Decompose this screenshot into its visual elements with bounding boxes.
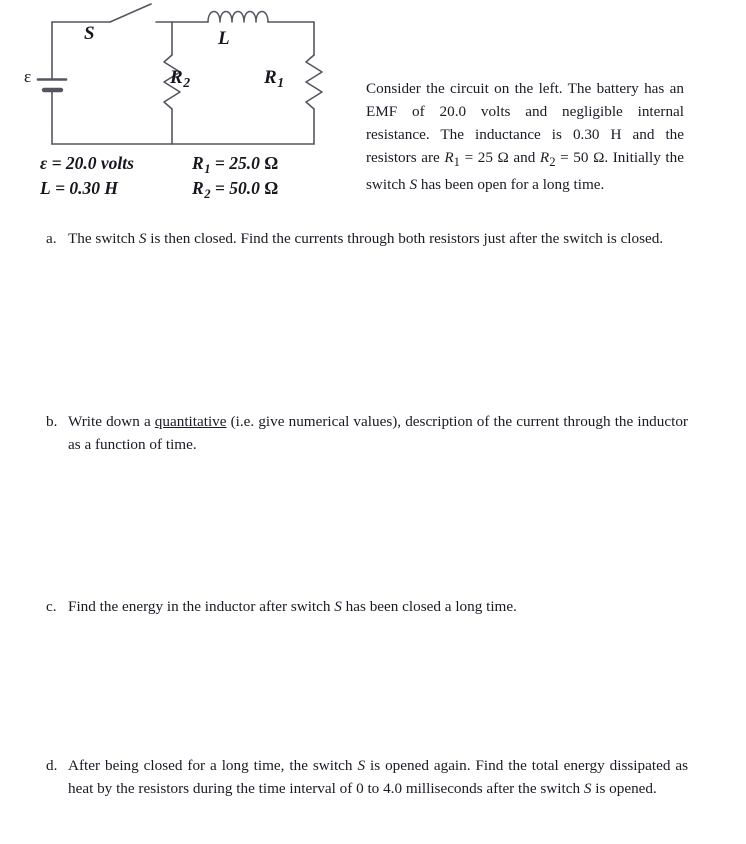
r1-value: R1 = 25.0 Ω xyxy=(192,152,342,177)
r2-value-subscript: 2 xyxy=(204,186,211,201)
question-d-marker: d. xyxy=(46,757,58,774)
question-a-text-2: is then closed. Find the currents throug… xyxy=(146,230,664,247)
problem-intro-paragraph: Consider the circuit on the left. The ba… xyxy=(366,77,684,196)
question-c-text-2: has been closed a long time. xyxy=(341,598,517,615)
r1-value-symbol: R xyxy=(192,153,204,173)
r2-value-unit: Ω xyxy=(264,178,279,199)
inductance-value-text: = 0.30 H xyxy=(55,178,119,199)
question-a-text: The switch S is then closed. Find the cu… xyxy=(68,228,688,251)
intro-text-4: has been open for a long time. xyxy=(417,175,605,193)
question-item-a: a. The switch S is then closed. Find the… xyxy=(46,228,688,251)
r2-value-text: = 50.0 xyxy=(214,178,265,199)
emf-value: ε = 20.0 volts xyxy=(40,152,192,177)
question-a-marker: a. xyxy=(46,230,57,247)
circuit-values-caption: ε = 20.0 volts R1 = 25.0 Ω L = 0.30 H R2… xyxy=(40,152,350,202)
r1-value-subscript: 1 xyxy=(204,161,211,176)
question-d-text-1: After being closed for a long time, the … xyxy=(68,757,358,774)
switch-blade xyxy=(109,3,152,23)
intro-switch-symbol: S xyxy=(409,175,418,193)
question-item-b: b. Write down a quantitative (i.e. give … xyxy=(46,411,688,457)
question-d-text-3: is opened. xyxy=(591,779,657,797)
intro-r1-symbol: R xyxy=(444,149,454,167)
resistor-r1-zigzag xyxy=(305,54,323,110)
inductance-value-symbol: L xyxy=(40,178,51,199)
intro-r2-symbol: R xyxy=(539,149,550,167)
question-b-underlined-word: quantitative xyxy=(154,413,227,430)
values-row-2: L = 0.30 H R2 = 50.0 Ω xyxy=(40,177,350,202)
inductor-label: L xyxy=(218,28,230,49)
resistor-r2-symbol: R xyxy=(170,67,183,88)
values-row-1: ε = 20.0 volts R1 = 25.0 Ω xyxy=(40,152,350,177)
r2-value: R2 = 50.0 Ω xyxy=(192,177,342,202)
question-a-text-1: The switch xyxy=(68,230,139,247)
emf-label: ε xyxy=(24,67,32,86)
inductance-value: L = 0.30 H xyxy=(40,177,192,202)
question-c-text: Find the energy in the inductor after sw… xyxy=(68,596,688,619)
question-d-switch-symbol-1: S xyxy=(357,757,366,774)
question-c-text-1: Find the energy in the inductor after sw… xyxy=(68,598,335,615)
figure-and-intro-block: ε S L R2 R1 ε = 20.0 volts R1 = 25.0 Ω L… xyxy=(0,0,746,222)
question-b-marker: b. xyxy=(46,413,58,430)
resistor-r2-subscript: 2 xyxy=(183,74,191,90)
question-c-marker: c. xyxy=(46,598,57,615)
question-item-d: d. After being closed for a long time, t… xyxy=(46,755,688,801)
inductor-coil xyxy=(207,10,269,23)
r1-value-unit: Ω xyxy=(264,153,279,173)
resistor-r2-label: R2 xyxy=(170,68,190,90)
intro-text-2: = 25 Ω and xyxy=(459,149,540,167)
question-c-switch-symbol: S xyxy=(334,598,342,615)
r1-value-text: = 25.0 xyxy=(214,153,265,173)
emf-value-text: = 20.0 volts xyxy=(51,153,134,173)
circuit-figure: ε S L R2 R1 ε = 20.0 volts R1 = 25.0 Ω L… xyxy=(18,0,348,215)
question-d-text: After being closed for a long time, the … xyxy=(68,755,688,801)
question-b-text-1: Write down a xyxy=(68,413,155,430)
resistor-r1-symbol: R xyxy=(264,67,277,88)
resistor-r1-label: R1 xyxy=(264,68,284,90)
switch-label: S xyxy=(84,23,95,44)
r2-value-symbol: R xyxy=(192,178,204,199)
question-b-text: Write down a quantitative (i.e. give num… xyxy=(68,411,688,457)
question-item-c: c. Find the energy in the inductor after… xyxy=(46,596,688,619)
resistor-r1-subscript: 1 xyxy=(277,74,285,90)
emf-value-symbol: ε xyxy=(40,153,48,173)
